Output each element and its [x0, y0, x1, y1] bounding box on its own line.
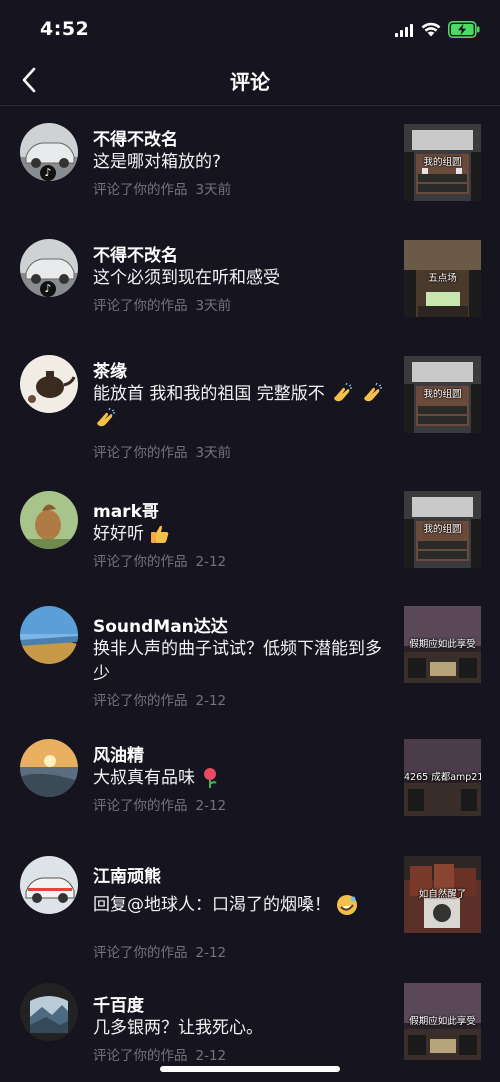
avatar[interactable]: [20, 355, 78, 413]
tiktok-icon: ♪: [40, 281, 56, 297]
thumbnail-caption: 假期应如此享受: [409, 1016, 476, 1027]
comment-text: 几多银两？让我死心。: [93, 1018, 263, 1038]
video-thumbnail[interactable]: 假期应如此享受: [404, 606, 481, 683]
comment-meta: 评论了你的作品 2-12: [93, 941, 226, 961]
timestamp: 3天前: [195, 298, 232, 314]
thumbnail-caption: 我的组圆: [423, 389, 462, 400]
comment-text: 这是哪对箱放的?: [93, 152, 222, 172]
home-indicator[interactable]: [160, 1066, 340, 1072]
comment-meta: 评论了你的作品 2-12: [93, 689, 226, 709]
timestamp: 2-12: [195, 798, 227, 814]
status-time: 4:52: [40, 18, 90, 40]
wifi-icon: [421, 22, 441, 37]
avatar[interactable]: [20, 491, 78, 549]
username[interactable]: 江南顽熊: [93, 862, 161, 887]
username[interactable]: SoundMan达达: [93, 612, 228, 637]
video-thumbnail[interactable]: 我的组圆: [404, 124, 481, 201]
thumbs-up-icon: [151, 525, 169, 543]
thumbnail-caption: 我的组圆: [423, 157, 462, 168]
clapping-hands-icon: [334, 382, 353, 402]
comment-text: 大叔真有品味: [93, 766, 391, 791]
comment-text: 回复@地球人：口渴了的烟嗓！: [93, 893, 393, 918]
signal-icon: [395, 24, 413, 37]
action-text: 评论了你的作品: [93, 554, 188, 570]
clapping-hands-icon: [97, 407, 115, 427]
action-text: 评论了你的作品: [93, 182, 188, 198]
comment-meta: 评论了你的作品 3天前: [93, 178, 231, 198]
action-text: 评论了你的作品: [93, 798, 188, 814]
username[interactable]: 风油精: [93, 741, 144, 766]
action-text: 评论了你的作品: [93, 945, 188, 961]
timestamp: 2-12: [195, 1048, 227, 1064]
video-thumbnail[interactable]: 4265 成都amp21: [404, 739, 481, 816]
action-text: 评论了你的作品: [93, 693, 188, 709]
video-thumbnail[interactable]: 假期应如此享受: [404, 983, 481, 1060]
comment-text: 好好听: [93, 522, 391, 547]
video-thumbnail[interactable]: 如自然醒了: [404, 856, 481, 933]
username[interactable]: 茶缘: [93, 357, 127, 382]
thumbnail-caption: 我的组圆: [423, 524, 462, 535]
avatar[interactable]: [20, 606, 78, 664]
action-text: 评论了你的作品: [93, 1048, 188, 1064]
timestamp: 2-12: [195, 693, 227, 709]
comment-text: 这个必须到现在听和感受: [93, 268, 280, 288]
page-title: 评论: [230, 70, 270, 94]
video-thumbnail[interactable]: 我的组圆: [404, 356, 481, 433]
status-bar: 4:52: [0, 0, 500, 56]
avatar[interactable]: [20, 983, 78, 1041]
comment-meta: 评论了你的作品 2-12: [93, 550, 226, 570]
comment-meta: 评论了你的作品 3天前: [93, 294, 231, 314]
timestamp: 2-12: [195, 945, 227, 961]
avatar[interactable]: [20, 856, 78, 914]
avatar[interactable]: [20, 739, 78, 797]
thumbnail-caption: 假期应如此享受: [409, 639, 476, 650]
nav-bar: 评论: [0, 56, 500, 106]
action-text: 评论了你的作品: [93, 445, 188, 461]
rolling-laughing-icon: [337, 895, 358, 915]
video-thumbnail[interactable]: 五点场: [404, 240, 481, 317]
username[interactable]: mark哥: [93, 497, 159, 522]
tiktok-icon: ♪: [40, 165, 56, 181]
username[interactable]: 千百度: [93, 991, 144, 1016]
username[interactable]: 不得不改名: [93, 241, 178, 266]
thumbnail-caption: 4265 成都amp21: [404, 772, 481, 783]
action-text: 评论了你的作品: [93, 298, 188, 314]
comment-meta: 评论了你的作品 2-12: [93, 794, 226, 814]
comment-text: 能放首 我和我的祖国 完整版不: [93, 382, 393, 432]
thumbnail-caption: 五点场: [428, 273, 457, 284]
username[interactable]: 不得不改名: [93, 125, 178, 150]
comment-text: 换非人声的曲子试试？低频下潜能到多少: [93, 639, 382, 684]
battery-charging-icon: [448, 21, 480, 38]
thumbnail-caption: 如自然醒了: [418, 889, 467, 900]
video-thumbnail[interactable]: 我的组圆: [404, 491, 481, 568]
comment-meta: 评论了你的作品 2-12: [93, 1044, 226, 1064]
timestamp: 3天前: [195, 182, 232, 198]
timestamp: 2-12: [195, 554, 227, 570]
clapping-hands-icon: [363, 382, 382, 402]
rose-icon: [204, 768, 218, 788]
timestamp: 3天前: [195, 445, 232, 461]
comment-meta: 评论了你的作品 3天前: [93, 441, 231, 461]
